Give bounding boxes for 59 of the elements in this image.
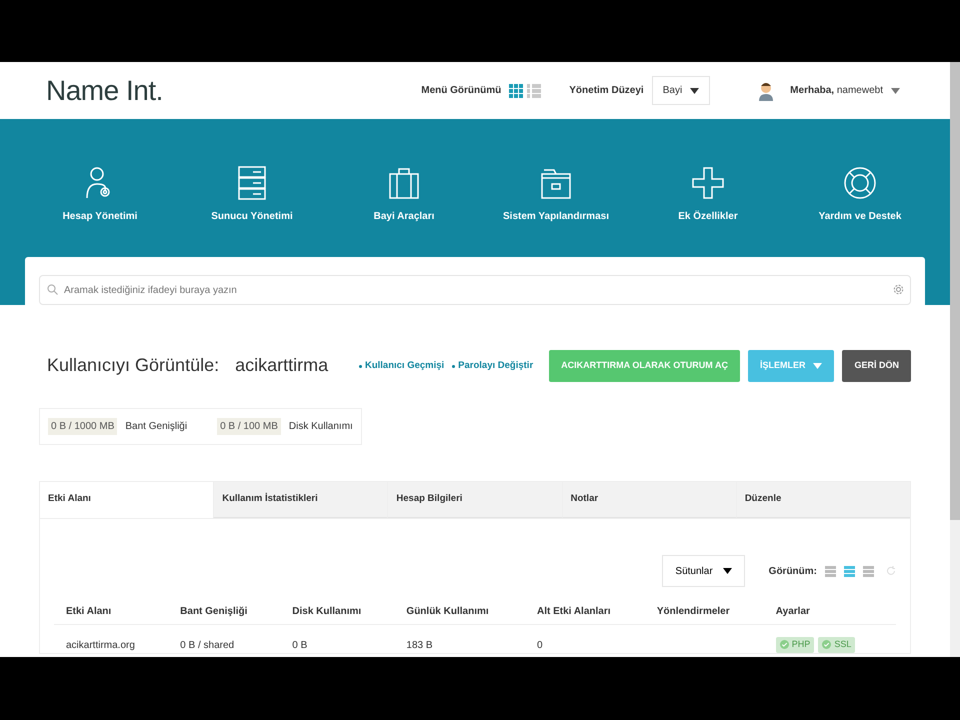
setting-badge: PHP — [776, 637, 814, 653]
search-icon[interactable] — [47, 284, 58, 295]
caret-icon — [690, 88, 700, 94]
table-cell: acikarttirma.org — [66, 640, 135, 651]
action-button[interactable]: GERİ DÖN — [842, 350, 911, 382]
column-header: Yönlendirmeler — [644, 599, 764, 624]
table-cell: 0 B / shared — [180, 640, 234, 651]
avatar-icon — [758, 80, 774, 100]
column-header: Bant Genişliği — [168, 599, 280, 624]
list-view-icon[interactable] — [527, 84, 542, 98]
nav-item[interactable]: Sistem Yapılandırması — [486, 164, 626, 223]
nav-item[interactable]: Ek Özellikler — [638, 164, 778, 223]
table-cell: 0 — [536, 640, 543, 651]
usage-label: Disk Kullanımı — [288, 420, 353, 433]
username: acikarttirma — [235, 354, 328, 378]
nav-item[interactable]: Hesap Yönetimi — [30, 164, 170, 223]
page-title: Kullanıcıyı Görüntüle: — [47, 354, 220, 378]
scrollbar[interactable] — [950, 62, 960, 657]
nav-item[interactable]: Bayi Araçları — [334, 164, 474, 223]
action-button[interactable]: ACIKARTTIRMA OLARAK OTURUM AÇ — [549, 350, 740, 382]
view-mode-icon[interactable] — [863, 566, 874, 576]
tab[interactable]: Düzenle — [736, 482, 910, 518]
setting-badge: SSL — [818, 637, 856, 653]
logo: Name Int. — [46, 76, 163, 104]
column-header: Ayarlar — [764, 599, 896, 624]
search-field[interactable]: Aramak istediğiniz ifadeyi buraya yazın — [39, 275, 911, 305]
menu-view-label: Menü Görünümü — [421, 84, 502, 97]
column-header: Günlük Kullanımı — [394, 599, 525, 624]
settings-icon[interactable] — [893, 284, 904, 295]
bullet-icon — [358, 364, 362, 368]
tab[interactable]: Notlar — [562, 482, 736, 518]
view-label: Görünüm: — [768, 564, 817, 578]
view-mode-icon[interactable] — [844, 566, 855, 576]
nav-item[interactable]: Yardım ve Destek — [790, 164, 930, 223]
columns-button[interactable]: Sütunlar — [662, 555, 745, 587]
grid-view-icon[interactable] — [509, 84, 524, 98]
level-select[interactable]: Bayi — [652, 76, 710, 105]
check-icon — [822, 640, 832, 650]
column-header: Etki Alanı — [54, 599, 168, 624]
refresh-icon[interactable] — [886, 566, 896, 576]
tab[interactable]: Kullanım İstatistikleri — [213, 482, 388, 518]
text-link[interactable]: Kullanıcı Geçmişi — [358, 360, 444, 372]
caret-icon[interactable] — [891, 88, 900, 94]
level-label: Yönetim Düzeyi — [569, 84, 644, 97]
usage-label: Bant Genişliği — [125, 420, 188, 433]
text-link[interactable]: Parolayı Değiştir — [452, 360, 534, 372]
column-header: Disk Kullanımı — [280, 599, 394, 624]
greeting: Merhaba, namewebt — [790, 84, 883, 97]
bullet-icon — [452, 364, 456, 368]
table-cell: 0 B — [292, 640, 308, 651]
column-header: Alt Etki Alanları — [524, 599, 645, 624]
nav-item[interactable]: Sunucu Yönetimi — [182, 164, 322, 223]
view-mode-icon[interactable] — [825, 566, 836, 576]
usage-value: 0 B / 100 MB — [217, 418, 281, 435]
check-icon — [780, 640, 789, 650]
usage-value: 0 B / 1000 MB — [48, 418, 118, 435]
tab[interactable]: Hesap Bilgileri — [387, 482, 562, 518]
caret-icon — [722, 568, 732, 574]
table-cell: 183 B — [406, 640, 433, 651]
